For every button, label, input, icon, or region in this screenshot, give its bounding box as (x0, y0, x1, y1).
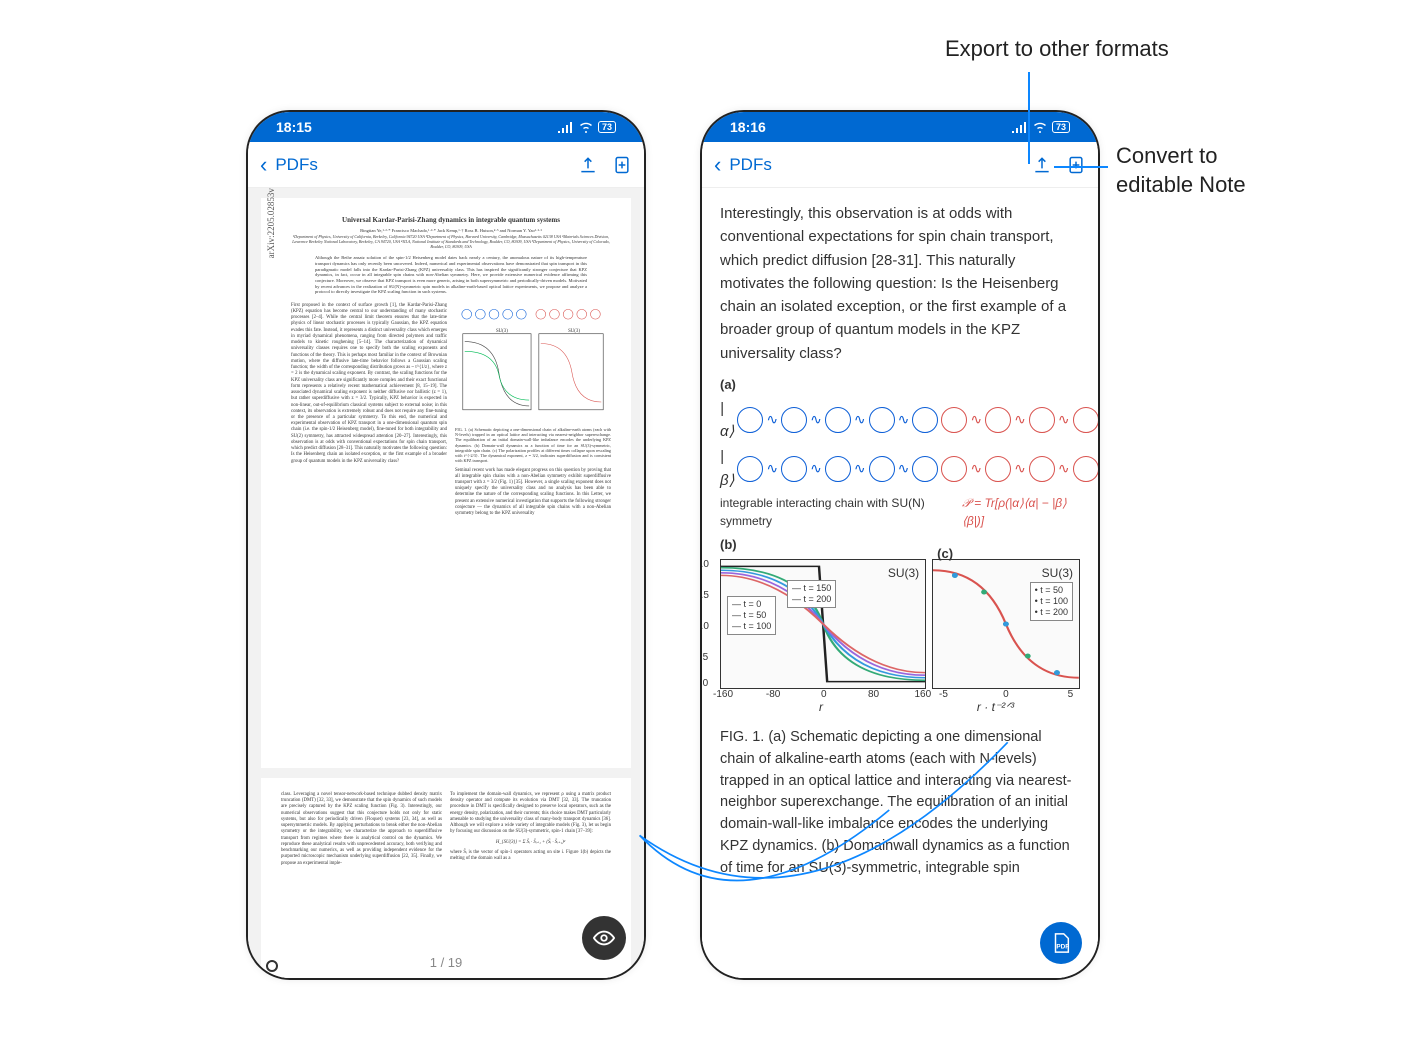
signal-icon (1012, 121, 1028, 133)
page2-col-left: class. Leveraging a novel tensor-network… (281, 792, 442, 867)
chevron-left-icon: ‹ (260, 152, 267, 178)
chevron-left-icon: ‹ (714, 152, 721, 178)
paper-authors: Bingtian Ye,¹·²·* Francisco Machado,¹·³·… (291, 228, 611, 233)
phone-pdf-view: 18:15 73 ‹ PDFs arXiv:2205.02853v1 [quan… (246, 110, 646, 980)
column-right-body: Seminal recent work has made elegant pro… (455, 468, 611, 518)
page2-col-right: To implement the domain-wall dynamics, w… (450, 792, 611, 867)
svg-text:PDF: PDF (1056, 944, 1069, 951)
pdf-file-icon: PDF (1050, 932, 1072, 954)
annotation-line-export (1028, 72, 1030, 164)
wifi-icon (578, 121, 594, 133)
chain-caption: integrable interacting chain with SU(N) … (720, 494, 962, 531)
status-bar: 18:15 73 (248, 112, 644, 142)
phone-note-view: 18:16 73 ‹ PDFs Interestingly, this obse… (700, 110, 1100, 980)
back-button[interactable]: ‹ PDFs (714, 152, 1032, 178)
plot-c: (c) SU(3) • t = 50 • t = 100 • t = 200 (932, 559, 1080, 689)
home-indicator (266, 960, 278, 972)
column-left: First proposed in the context of surface… (291, 303, 447, 518)
note-content[interactable]: Interestingly, this observation is at od… (702, 188, 1098, 978)
ylabel: q(r, t)/μ (702, 615, 703, 653)
annotation-convert: Convert to editable Note (1116, 142, 1266, 199)
signal-icon (558, 121, 574, 133)
status-time: 18:16 (730, 119, 766, 135)
svg-text:SU(3): SU(3) (568, 329, 580, 334)
plot-b: 1.0 0.5 0.0 -0.5 -1.0 q(r, t)/μ SU(3) (720, 559, 926, 689)
status-icons: 73 (1012, 121, 1070, 133)
figure-label-b: (b) (720, 535, 737, 555)
polarization-equation: 𝒫 = Tr[ρ(|α⟩⟨α| − |β⟩⟨β|)] (962, 494, 1080, 531)
convert-to-note-icon[interactable] (612, 155, 632, 175)
annotation-line-convert (1054, 166, 1108, 168)
column-right: SU(3) SU(3) FIG. 1. (a) Schematic depict… (455, 303, 611, 518)
pdf-viewer[interactable]: arXiv:2205.02853v1 [quant-ph] 5 May 2022… (248, 188, 644, 978)
annotation-export: Export to other formats (945, 36, 1169, 62)
hamiltonian-equation: H_{SU(3)} = Σ S̄ᵢ · S̄ᵢ₊₁ + (S̄ᵢ · S̄ᵢ₊₁… (450, 840, 611, 846)
paper-affiliations: ¹Department of Physics, University of Ca… (291, 235, 611, 249)
pdf-mode-fab[interactable]: PDF (1040, 922, 1082, 964)
wifi-icon (1032, 121, 1048, 133)
arxiv-id: arXiv:2205.02853v1 [quant-ph] 5 May 2022 (266, 188, 276, 328)
figure-1-caption: FIG. 1. (a) Schematic depicting a one-di… (455, 427, 611, 464)
topbar: ‹ PDFs (702, 142, 1098, 188)
figure-label-a: (a) (720, 375, 736, 395)
back-label: PDFs (275, 155, 318, 175)
view-mode-fab[interactable] (582, 916, 626, 960)
status-bar: 18:16 73 (702, 112, 1098, 142)
battery-icon: 73 (598, 121, 616, 133)
paragraph-body: Interestingly, this observation is at od… (720, 202, 1080, 365)
export-icon[interactable] (1032, 155, 1052, 175)
chain-alpha: |α⟩ ∿∿∿∿ ∿∿∿∿ (720, 397, 1080, 444)
pdf-page-1: arXiv:2205.02853v1 [quant-ph] 5 May 2022… (261, 198, 631, 768)
page-counter: 1 / 19 (248, 955, 644, 970)
eye-icon (593, 927, 615, 949)
paper-abstract: Although the Bethe ansatz solution of th… (315, 255, 587, 294)
convert-to-note-icon[interactable] (1066, 155, 1086, 175)
figure-label-c: (c) (937, 544, 953, 564)
svg-text:SU(3): SU(3) (496, 329, 508, 334)
figure-1: (a) |α⟩ ∿∿∿∿ ∿∿∿∿ |β⟩ ∿∿∿∿ ∿∿∿∿ integrab… (720, 375, 1080, 689)
battery-icon: 73 (1052, 121, 1070, 133)
back-button[interactable]: ‹ PDFs (260, 152, 578, 178)
topbar: ‹ PDFs (248, 142, 644, 188)
figure-1-thumb: SU(3) SU(3) (455, 303, 611, 423)
figure-1-caption: FIG. 1. (a) Schematic depicting a one di… (720, 727, 1080, 879)
paper-title: Universal Kardar-Parisi-Zhang dynamics i… (291, 216, 611, 224)
pdf-page-2: class. Leveraging a novel tensor-network… (261, 778, 631, 978)
export-icon[interactable] (578, 155, 598, 175)
back-label: PDFs (729, 155, 772, 175)
status-time: 18:15 (276, 119, 312, 135)
chain-beta: |β⟩ ∿∿∿∿ ∿∿∿∿ (720, 445, 1080, 492)
status-icons: 73 (558, 121, 616, 133)
